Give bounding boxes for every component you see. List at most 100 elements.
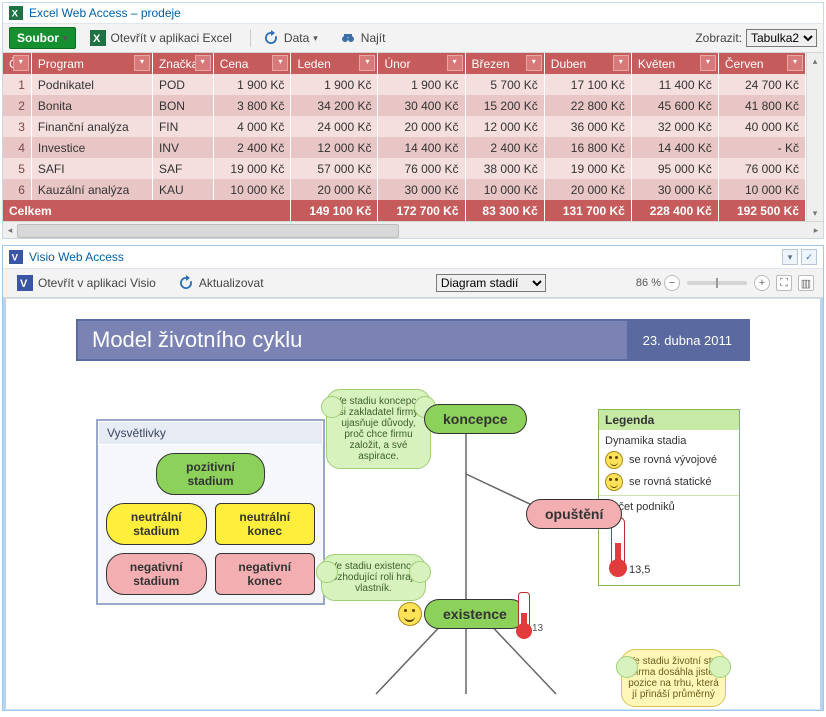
cell[interactable]: 10 000 Kč [213,179,291,200]
zoom-slider[interactable] [687,281,747,285]
filter-icon[interactable]: ▾ [272,55,288,71]
visio-canvas[interactable]: Model životního cyklu 23. dubna 2011 Vys… [3,298,823,710]
cell[interactable]: 1 900 Kč [291,74,378,95]
cell[interactable]: BON [152,95,213,116]
filter-icon[interactable]: ▾ [700,55,716,71]
cell[interactable]: Investice [31,137,152,158]
cell[interactable]: 22 800 Kč [544,95,631,116]
cell[interactable]: 30 000 Kč [378,179,465,200]
view-select[interactable]: Tabulka2 [746,29,817,47]
column-header[interactable]: Únor▾ [378,53,465,74]
cell[interactable]: FIN [152,116,213,137]
scroll-right-icon[interactable]: ▸ [809,222,823,238]
node-koncepce[interactable]: koncepce [424,404,527,434]
filter-icon[interactable]: ▾ [447,55,463,71]
scroll-left-icon[interactable]: ◂ [3,222,17,238]
table-row[interactable]: 4InvesticeINV2 400 Kč12 000 Kč14 400 Kč2… [3,137,806,158]
cell[interactable]: 14 400 Kč [378,137,465,158]
column-header[interactable]: Červen▾ [718,53,805,74]
cell[interactable]: SAF [152,158,213,179]
cell[interactable]: 76 000 Kč [378,158,465,179]
cell[interactable]: INV [152,137,213,158]
data-menu[interactable]: Data [255,26,326,50]
filter-icon[interactable]: ▾ [526,55,542,71]
cell[interactable]: 76 000 Kč [718,158,805,179]
cell[interactable]: 3 800 Kč [213,95,291,116]
node-opusteni[interactable]: opuštění [526,499,622,529]
cell[interactable]: 6 [3,179,31,200]
cell[interactable]: 41 800 Kč [718,95,805,116]
page-select[interactable]: Diagram stadií [436,274,546,292]
cell[interactable]: 1 [3,74,31,95]
cell[interactable]: 19 000 Kč [213,158,291,179]
vertical-scrollbar[interactable]: ▴ ▾ [806,53,823,221]
cell[interactable]: 32 000 Kč [631,116,718,137]
cell[interactable]: 38 000 Kč [465,158,544,179]
cell[interactable]: Kauzální analýza [31,179,152,200]
cell[interactable]: 12 000 Kč [465,116,544,137]
checkbox-icon[interactable]: ✓ [801,249,817,265]
cell[interactable]: Finanční analýza [31,116,152,137]
column-header[interactable]: Cena▾ [213,53,291,74]
cell[interactable]: 36 000 Kč [544,116,631,137]
zoom-out-button[interactable]: − [664,275,680,291]
scroll-up-icon[interactable]: ▴ [813,53,818,69]
cell[interactable]: 11 400 Kč [631,74,718,95]
cell[interactable]: 15 200 Kč [465,95,544,116]
table-row[interactable]: 3Finanční analýzaFIN4 000 Kč24 000 Kč20 … [3,116,806,137]
table-row[interactable]: 2BonitaBON3 800 Kč34 200 Kč30 400 Kč15 2… [3,95,806,116]
cell[interactable]: 19 000 Kč [544,158,631,179]
cell[interactable]: 12 000 Kč [291,137,378,158]
cell[interactable]: 10 000 Kč [465,179,544,200]
cell[interactable]: 16 800 Kč [544,137,631,158]
column-header[interactable]: Březen▾ [465,53,544,74]
cell[interactable]: 4 000 Kč [213,116,291,137]
cell[interactable]: 24 000 Kč [291,116,378,137]
cell[interactable]: 4 [3,137,31,158]
cell[interactable]: 10 000 Kč [718,179,805,200]
minimize-icon[interactable]: ▾ [782,249,798,265]
cell[interactable]: 14 400 Kč [631,137,718,158]
filter-icon[interactable]: ▾ [613,55,629,71]
cell[interactable]: 17 100 Kč [544,74,631,95]
file-menu[interactable]: Soubor [9,27,76,49]
filter-icon[interactable]: ▾ [13,55,29,71]
cell[interactable]: 45 600 Kč [631,95,718,116]
column-header[interactable]: Č.▾ [3,53,31,74]
cell[interactable]: 2 [3,95,31,116]
filter-icon[interactable]: ▾ [787,55,803,71]
cell[interactable]: 95 000 Kč [631,158,718,179]
filter-icon[interactable]: ▾ [134,55,150,71]
node-existence[interactable]: existence [424,599,526,629]
scroll-down-icon[interactable]: ▾ [813,205,818,221]
cell[interactable]: - Kč [718,137,805,158]
scrollbar-thumb[interactable] [17,224,399,238]
zoom-in-button[interactable]: + [754,275,770,291]
cell[interactable]: 34 200 Kč [291,95,378,116]
cell[interactable]: 20 000 Kč [378,116,465,137]
cell[interactable]: 30 400 Kč [378,95,465,116]
cell[interactable]: 2 400 Kč [213,137,291,158]
find-button[interactable]: Najít [332,26,394,50]
cell[interactable]: 20 000 Kč [544,179,631,200]
cell[interactable]: POD [152,74,213,95]
refresh-button[interactable]: Aktualizovat [170,271,272,295]
column-header[interactable]: Duben▾ [544,53,631,74]
cell[interactable]: SAFI [31,158,152,179]
horizontal-scrollbar[interactable]: ◂ ▸ [3,221,823,238]
table-row[interactable]: 6Kauzální analýzaKAU10 000 Kč20 000 Kč30… [3,179,806,200]
shapes-panel-button[interactable]: ▥ [798,275,814,291]
cell[interactable]: 57 000 Kč [291,158,378,179]
cell[interactable]: 2 400 Kč [465,137,544,158]
column-header[interactable]: Květen▾ [631,53,718,74]
column-header[interactable]: Leden▾ [291,53,378,74]
cell[interactable]: Podnikatel [31,74,152,95]
cell[interactable]: Bonita [31,95,152,116]
cell[interactable]: KAU [152,179,213,200]
column-header[interactable]: Program▾ [31,53,152,74]
cell[interactable]: 5 [3,158,31,179]
table-row[interactable]: 5SAFISAF19 000 Kč57 000 Kč76 000 Kč38 00… [3,158,806,179]
filter-icon[interactable]: ▾ [195,55,211,71]
open-in-excel-button[interactable]: X Otevřít v aplikaci Excel [82,26,240,50]
cell[interactable]: 40 000 Kč [718,116,805,137]
